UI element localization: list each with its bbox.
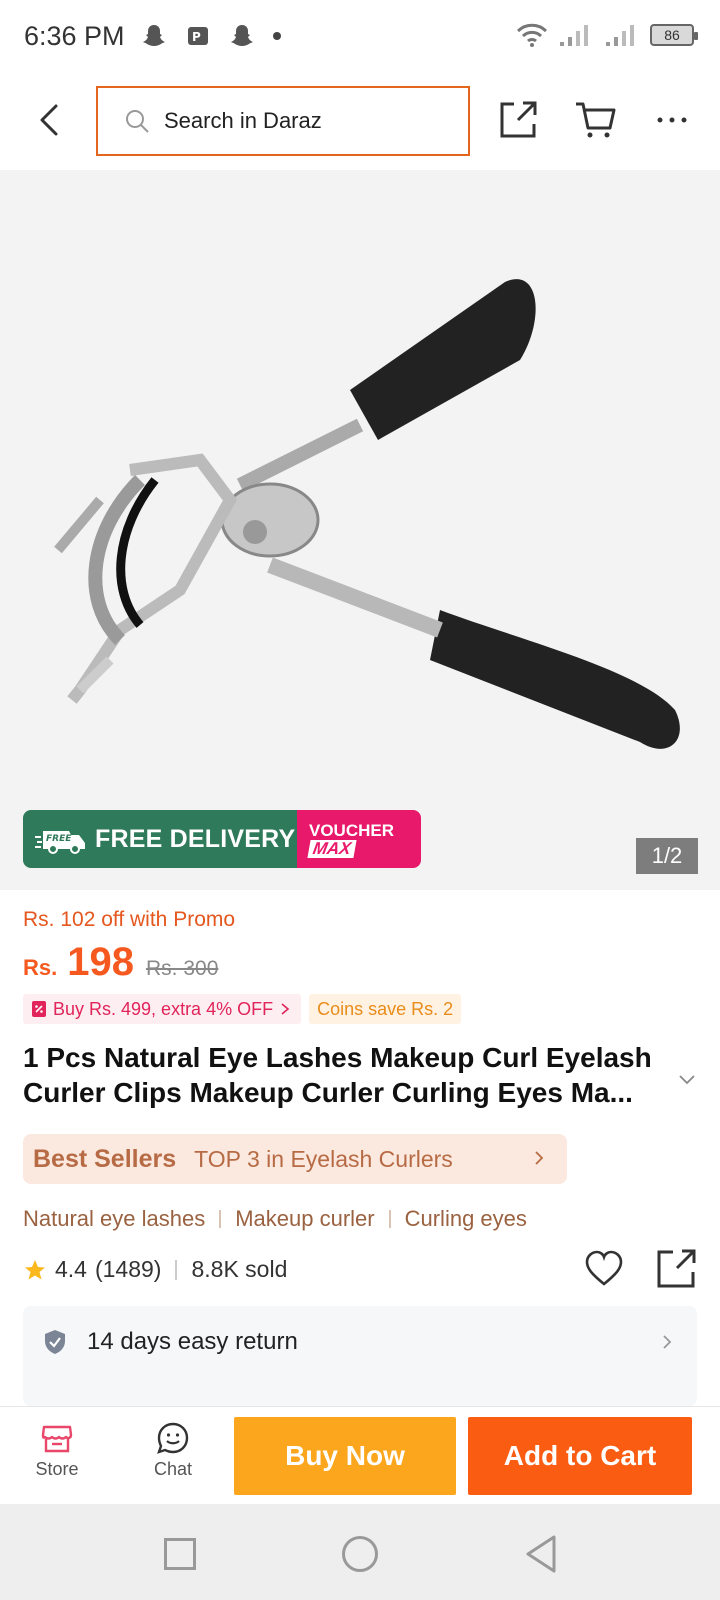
keyword-link[interactable]: Natural eye lashes — [23, 1206, 205, 1232]
status-bar: 6:36 PM P 86 — [0, 0, 720, 72]
keyword-links: Natural eye lashes Makeup curler Curling… — [23, 1206, 527, 1232]
product-title: 1 Pcs Natural Eye Lashes Makeup Curl Eye… — [23, 1042, 652, 1108]
share-icon[interactable] — [498, 98, 540, 140]
best-sellers-rank: TOP 3 in Eyelash Curlers — [194, 1145, 453, 1172]
voucher-icon — [32, 1001, 46, 1017]
coins-offer-tag: Coins save Rs. 2 — [309, 994, 462, 1024]
chat-label: Chat — [153, 1459, 193, 1479]
battery-level: 86 — [664, 27, 680, 43]
signal-icon — [560, 25, 588, 46]
divider — [388, 1210, 391, 1228]
signal-icon — [606, 25, 634, 46]
rating-count[interactable]: (1489) — [95, 1256, 161, 1283]
system-indicators: 86 — [516, 22, 698, 48]
easy-return-text: 14 days easy return — [87, 1328, 298, 1355]
back-icon[interactable] — [30, 100, 70, 140]
cart-icon[interactable] — [574, 98, 618, 140]
best-sellers-badge[interactable]: Best Sellers TOP 3 in Eyelash Curlers — [23, 1134, 567, 1184]
offer-tags: Buy Rs. 499, extra 4% OFF Coins save Rs.… — [23, 994, 462, 1024]
free-label: FREE — [46, 834, 72, 844]
home-button[interactable] — [342, 1536, 378, 1572]
current-price: 198 — [67, 940, 134, 984]
chevron-right-icon — [281, 1003, 290, 1015]
status-time: 6:36 PM — [24, 20, 125, 51]
search-placeholder: Search in Daraz — [164, 108, 322, 133]
image-page-indicator: 1/2 — [636, 838, 698, 874]
system-back-icon[interactable] — [524, 1534, 558, 1574]
shield-check-icon — [45, 1330, 65, 1354]
free-delivery-badge: FREE FREE DELIVERY — [23, 810, 297, 868]
free-delivery-voucher-banner: FREE FREE DELIVERY VOUCHER MAX — [23, 810, 421, 868]
product-image-gallery[interactable]: FREE FREE DELIVERY VOUCHER MAX 1/2 — [0, 170, 720, 890]
easy-return-row[interactable]: 14 days easy return — [23, 1306, 697, 1378]
store-icon — [41, 1425, 73, 1453]
top-header: Search in Daraz — [0, 72, 720, 168]
product-image-eyelash-curler — [54, 279, 680, 749]
more-notifications-dot — [272, 32, 281, 40]
battery-icon: 86 — [650, 24, 698, 46]
delivery-truck-icon: FREE — [35, 831, 85, 854]
voucher-max-label: MAX — [307, 839, 357, 858]
divider — [219, 1210, 222, 1228]
recent-apps-button[interactable] — [164, 1538, 196, 1570]
chevron-down-icon[interactable] — [676, 1068, 698, 1090]
free-delivery-text: FREE DELIVERY — [95, 824, 296, 853]
voucher-offer-text: Buy Rs. 499, extra 4% OFF — [53, 998, 274, 1019]
svg-text:P: P — [192, 30, 201, 44]
snapchat-icon — [142, 25, 165, 46]
search-icon — [126, 110, 149, 133]
buy-now-button[interactable]: Buy Now — [234, 1417, 456, 1495]
rating-row: 4.4 (1489) 8.8K sold — [23, 1249, 703, 1288]
keyword-link[interactable]: Makeup curler — [235, 1206, 374, 1232]
best-sellers-label: Best Sellers — [33, 1144, 177, 1173]
snapchat-icon — [230, 25, 253, 46]
service-info-card[interactable]: 14 days easy return — [23, 1306, 697, 1406]
store-label: Store — [35, 1459, 79, 1479]
store-button[interactable]: Store — [22, 1421, 92, 1491]
chat-icon — [157, 1422, 189, 1454]
coins-offer-text: Coins save Rs. 2 — [317, 998, 454, 1019]
original-price: Rs. 300 — [146, 957, 219, 980]
more-options-icon[interactable] — [654, 102, 690, 138]
share-icon[interactable] — [655, 1246, 699, 1290]
add-to-cart-button[interactable]: Add to Cart — [468, 1417, 692, 1495]
price-row: Rs. 198 Rs. 300 — [23, 940, 218, 985]
search-input[interactable]: Search in Daraz — [96, 86, 470, 156]
rating-score: 4.4 — [55, 1256, 87, 1282]
chevron-right-icon — [663, 1335, 672, 1349]
currency-label: Rs. — [23, 955, 58, 980]
wishlist-heart-icon[interactable] — [583, 1248, 625, 1290]
chat-button[interactable]: Chat — [138, 1421, 208, 1491]
app-notification-icon: P — [187, 27, 208, 45]
wifi-icon — [516, 23, 548, 47]
keyword-link[interactable]: Curling eyes — [405, 1206, 527, 1232]
sold-count: 8.8K sold — [191, 1256, 288, 1282]
voucher-label: VOUCHER — [309, 820, 395, 840]
divider — [175, 1259, 178, 1280]
voucher-offer-tag[interactable]: Buy Rs. 499, extra 4% OFF — [23, 994, 302, 1024]
promo-text: Rs. 102 off with Promo — [23, 908, 236, 931]
star-icon — [25, 1259, 45, 1279]
notification-icons: P — [141, 23, 281, 49]
bottom-action-bar: Store Chat Buy Now Add to Cart — [0, 1406, 720, 1504]
system-navigation-bar — [0, 1504, 720, 1600]
chevron-right-icon — [535, 1151, 544, 1165]
voucher-max-badge: VOUCHER MAX — [297, 810, 421, 868]
